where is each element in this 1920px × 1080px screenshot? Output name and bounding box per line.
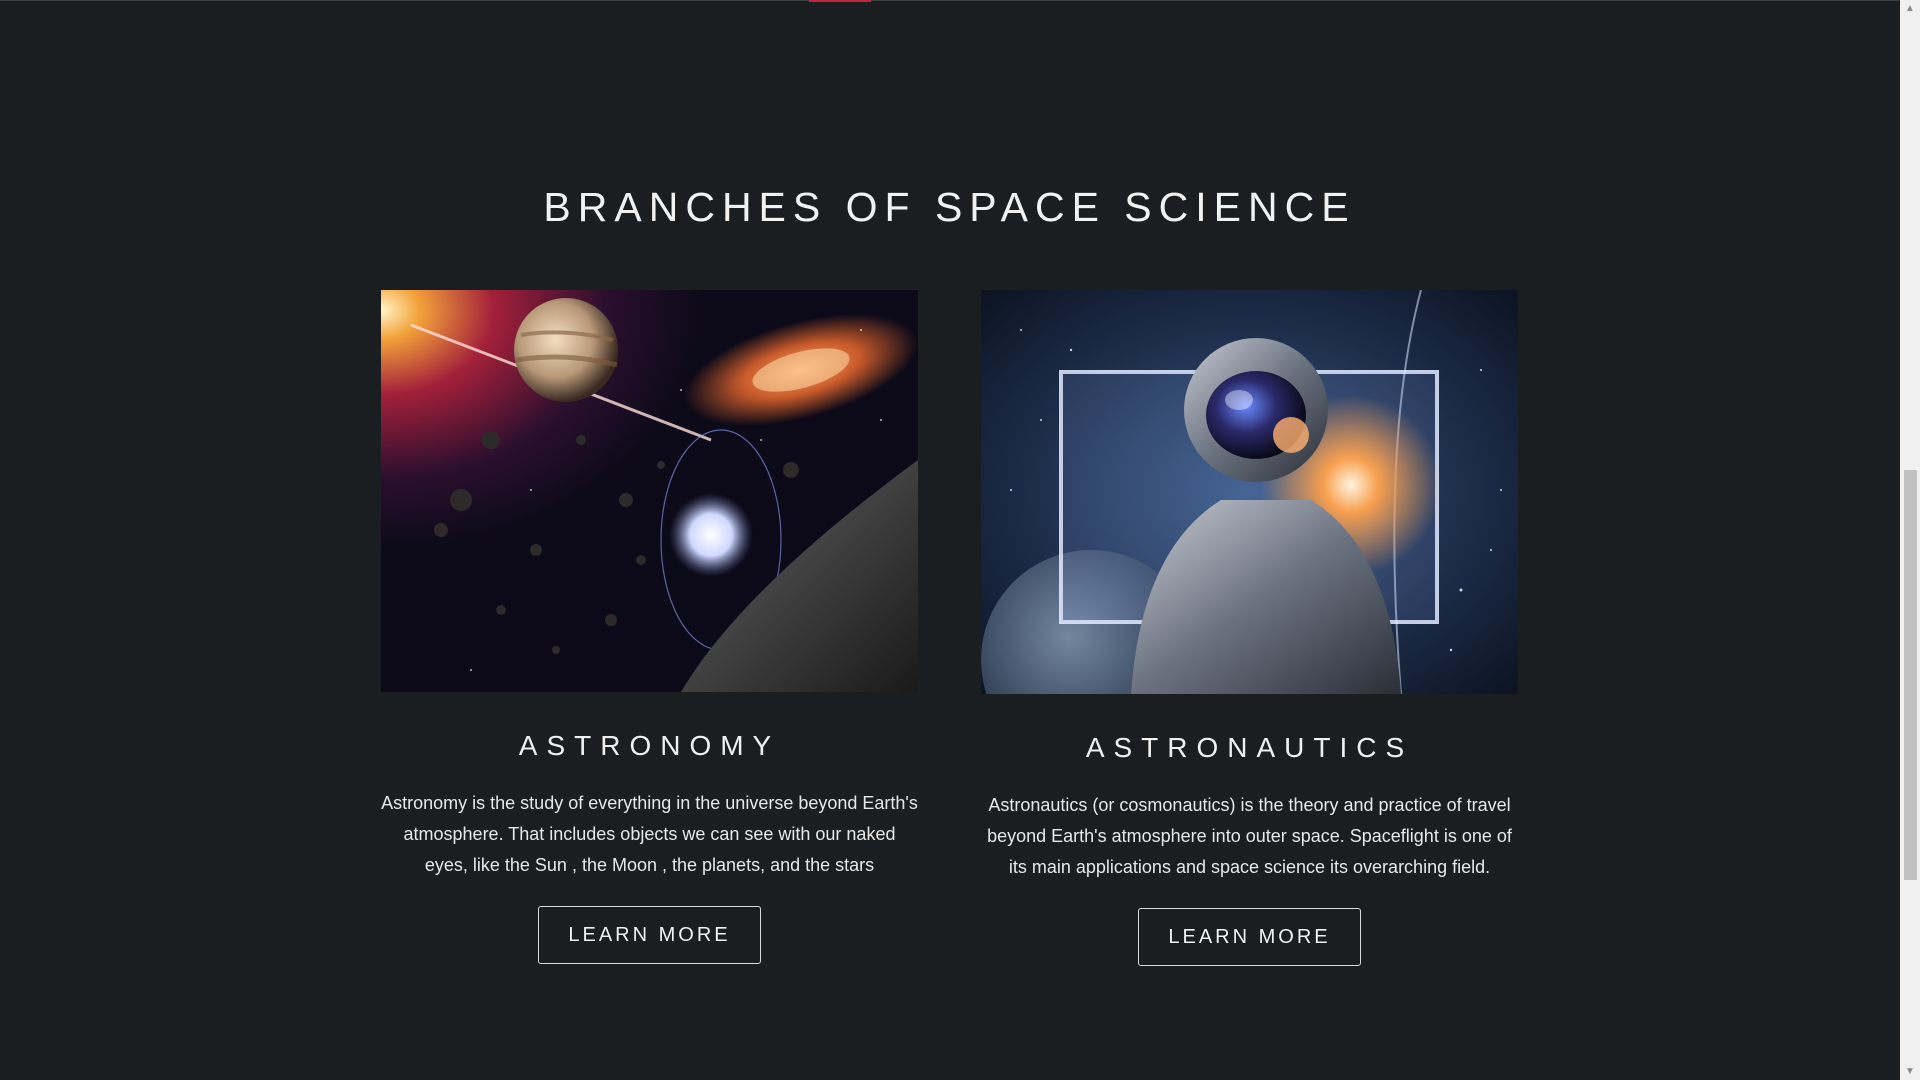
page: BRANCHES OF SPACE SCIENCE ASTRONOMY Astr… xyxy=(0,0,1920,1080)
vertical-scrollbar[interactable]: ▲ ▼ xyxy=(1900,0,1920,1080)
astronautics-learn-more-button[interactable]: LEARN MORE xyxy=(1138,908,1361,966)
scroll-up-icon[interactable]: ▲ xyxy=(1900,0,1920,17)
astronautics-description: Astronautics (or cosmonautics) is the th… xyxy=(987,795,1512,877)
astronomy-heading: ASTRONOMY xyxy=(518,730,781,761)
astronomy-card: ASTRONOMY Astronomy is the study of ever… xyxy=(381,290,918,964)
scroll-thumb[interactable] xyxy=(1904,470,1917,880)
section-title: BRANCHES OF SPACE SCIENCE xyxy=(543,184,1356,231)
top-divider xyxy=(0,0,1899,1)
astronomy-learn-more-button[interactable]: LEARN MORE xyxy=(538,906,761,964)
astronautics-image xyxy=(981,290,1518,694)
astronomy-image xyxy=(381,290,918,692)
astronautics-card: ASTRONAUTICS Astronautics (or cosmonauti… xyxy=(981,290,1518,966)
astronautics-heading: ASTRONAUTICS xyxy=(1085,732,1414,763)
scroll-down-icon[interactable]: ▼ xyxy=(1900,1063,1920,1080)
astronomy-description: Astronomy is the study of everything in … xyxy=(381,793,918,875)
active-nav-indicator xyxy=(809,0,871,2)
